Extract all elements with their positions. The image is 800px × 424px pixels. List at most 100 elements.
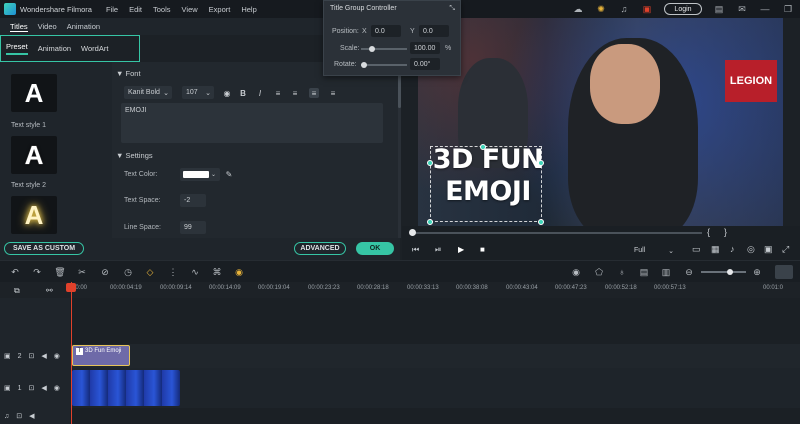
font-family-select[interactable]: Kanit Bold ⌄ (124, 86, 172, 99)
tab-animation[interactable]: Animation (67, 22, 100, 31)
subtab-animation[interactable]: Animation (38, 44, 71, 53)
link-icon[interactable]: ⚯ (46, 286, 53, 295)
quality-select[interactable]: Full ⌄ (634, 245, 674, 256)
video-preview[interactable]: LEGION 3D FUN EMOJI (418, 18, 783, 226)
zoom-slider-thumb[interactable] (727, 269, 733, 275)
monitor-icon[interactable]: ▣ (764, 244, 773, 255)
playback-progress-thumb[interactable] (409, 229, 416, 236)
tab-titles[interactable]: Titles (10, 22, 28, 32)
delete-icon[interactable]: 🗑 (54, 266, 66, 278)
font-section-header[interactable]: ▼ Font (116, 69, 141, 78)
scale-slider[interactable] (361, 46, 407, 52)
menu-export[interactable]: Export (209, 5, 231, 14)
render-icon[interactable]: ▦ (711, 244, 720, 255)
marker-icon[interactable]: ⬠ (593, 266, 605, 278)
volume-icon[interactable]: ♪ (730, 244, 735, 254)
lock-icon[interactable]: ⊡ (29, 384, 35, 392)
stop-icon[interactable]: ■ (480, 245, 485, 254)
resize-handle-icon[interactable] (427, 160, 433, 166)
rotate-input[interactable]: 0.00° (410, 58, 440, 70)
speed-icon[interactable]: ◷ (122, 266, 134, 278)
position-y-input[interactable]: 0.0 (419, 25, 449, 37)
zoom-out-icon[interactable]: ⊖ (683, 266, 695, 278)
add-track-icon[interactable]: ⧉ (14, 286, 20, 296)
resize-handle-icon[interactable] (427, 219, 433, 225)
ok-button[interactable]: OK (356, 242, 394, 255)
text-style-1-thumbnail[interactable]: A (11, 74, 57, 112)
text-color-picker[interactable]: ⌄ (180, 168, 220, 181)
lock-icon[interactable]: ⊡ (16, 412, 22, 420)
cloud-icon[interactable]: ☁ (572, 3, 584, 15)
align-center-icon[interactable]: ≡ (290, 88, 300, 98)
subtab-wordart[interactable]: WordArt (81, 44, 108, 53)
undo-icon[interactable]: ↶ (9, 266, 21, 278)
title-selection-box[interactable] (430, 146, 542, 222)
menu-view[interactable]: View (182, 5, 198, 14)
restore-icon[interactable]: ❐ (782, 3, 794, 15)
fullscreen-icon[interactable]: ⤢ (782, 244, 789, 255)
timeline-view-button[interactable] (775, 265, 793, 279)
zoom-slider[interactable] (701, 269, 746, 275)
step-icon[interactable]: ⏯ (435, 245, 441, 255)
layers-icon[interactable]: ▥ (660, 266, 672, 278)
text-space-input[interactable]: -2 (180, 194, 206, 207)
color-swatch-icon[interactable]: ◉ (222, 88, 232, 98)
menu-help[interactable]: Help (241, 5, 256, 14)
mixer-icon[interactable]: ▤ (638, 266, 650, 278)
lock-icon[interactable]: ⊡ (29, 352, 35, 360)
rotate-slider[interactable] (361, 62, 407, 68)
headset-icon[interactable]: ♫ (618, 3, 630, 15)
resize-handle-icon[interactable] (538, 160, 544, 166)
cut-icon[interactable]: ✂ (76, 266, 88, 278)
zoom-in-icon[interactable]: ⊕ (751, 266, 763, 278)
text-style-2-thumbnail[interactable]: A (11, 136, 57, 174)
italic-button[interactable]: I (255, 88, 265, 98)
menu-file[interactable]: File (106, 5, 118, 14)
font-size-select[interactable]: 107 ⌄ (182, 86, 214, 99)
crop-icon[interactable]: ⊘ (99, 266, 111, 278)
video-clip[interactable] (72, 370, 180, 406)
resize-handle-icon[interactable] (538, 219, 544, 225)
subtab-preset[interactable]: Preset (6, 42, 28, 55)
save-icon[interactable]: ▤ (713, 3, 725, 15)
playhead[interactable] (71, 282, 72, 424)
align-left-icon[interactable]: ≡ (273, 88, 283, 98)
collapse-icon[interactable]: ⤡ (449, 5, 455, 13)
align-justify-icon[interactable]: ≡ (309, 88, 319, 98)
eye-icon[interactable]: ◉ (54, 352, 60, 360)
previous-frame-icon[interactable]: ⏮ (412, 245, 419, 255)
eye-icon[interactable]: ◉ (54, 384, 60, 392)
mark-in-icon[interactable]: { (707, 227, 710, 237)
rotate-slider-thumb[interactable] (361, 62, 367, 68)
advanced-button[interactable]: ADVANCED (294, 242, 346, 255)
scale-slider-thumb[interactable] (369, 46, 375, 52)
speaker-icon[interactable]: ◀ (41, 352, 46, 360)
keyframe-icon[interactable]: ◇ (144, 266, 156, 278)
rotate-handle-icon[interactable] (480, 144, 486, 150)
menu-edit[interactable]: Edit (129, 5, 142, 14)
audio-icon[interactable]: ∿ (189, 266, 201, 278)
motion-icon[interactable]: ◉ (233, 266, 245, 278)
play-icon[interactable]: ▶ (458, 245, 464, 254)
login-button[interactable]: Login (664, 3, 702, 15)
redo-icon[interactable]: ↷ (31, 266, 43, 278)
text-style-3-thumbnail[interactable]: A (11, 196, 57, 234)
bold-button[interactable]: B (238, 88, 248, 98)
notification-icon[interactable]: ✉ (736, 3, 748, 15)
minimize-icon[interactable]: — (759, 3, 771, 15)
settings-section-header[interactable]: ▼ Settings (116, 151, 153, 160)
menu-tools[interactable]: Tools (153, 5, 171, 14)
text-content-field[interactable]: EMOJI (121, 103, 383, 143)
speaker-icon[interactable]: ◀ (29, 412, 34, 420)
lightbulb-icon[interactable]: ✺ (595, 3, 607, 15)
microphone-icon[interactable]: ♁ (616, 266, 628, 278)
eyedropper-icon[interactable]: ✎ (224, 169, 234, 179)
line-space-input[interactable]: 99 (180, 221, 206, 234)
scale-input[interactable]: 100.00 (410, 42, 440, 54)
adjust-icon[interactable]: ⋮ (167, 266, 179, 278)
color-icon[interactable]: ⌘ (211, 266, 223, 278)
speaker-icon[interactable]: ◀ (41, 384, 46, 392)
format-panel-scrollbar[interactable] (398, 62, 401, 238)
position-x-input[interactable]: 0.0 (371, 25, 401, 37)
display-icon[interactable]: ▭ (692, 244, 701, 255)
